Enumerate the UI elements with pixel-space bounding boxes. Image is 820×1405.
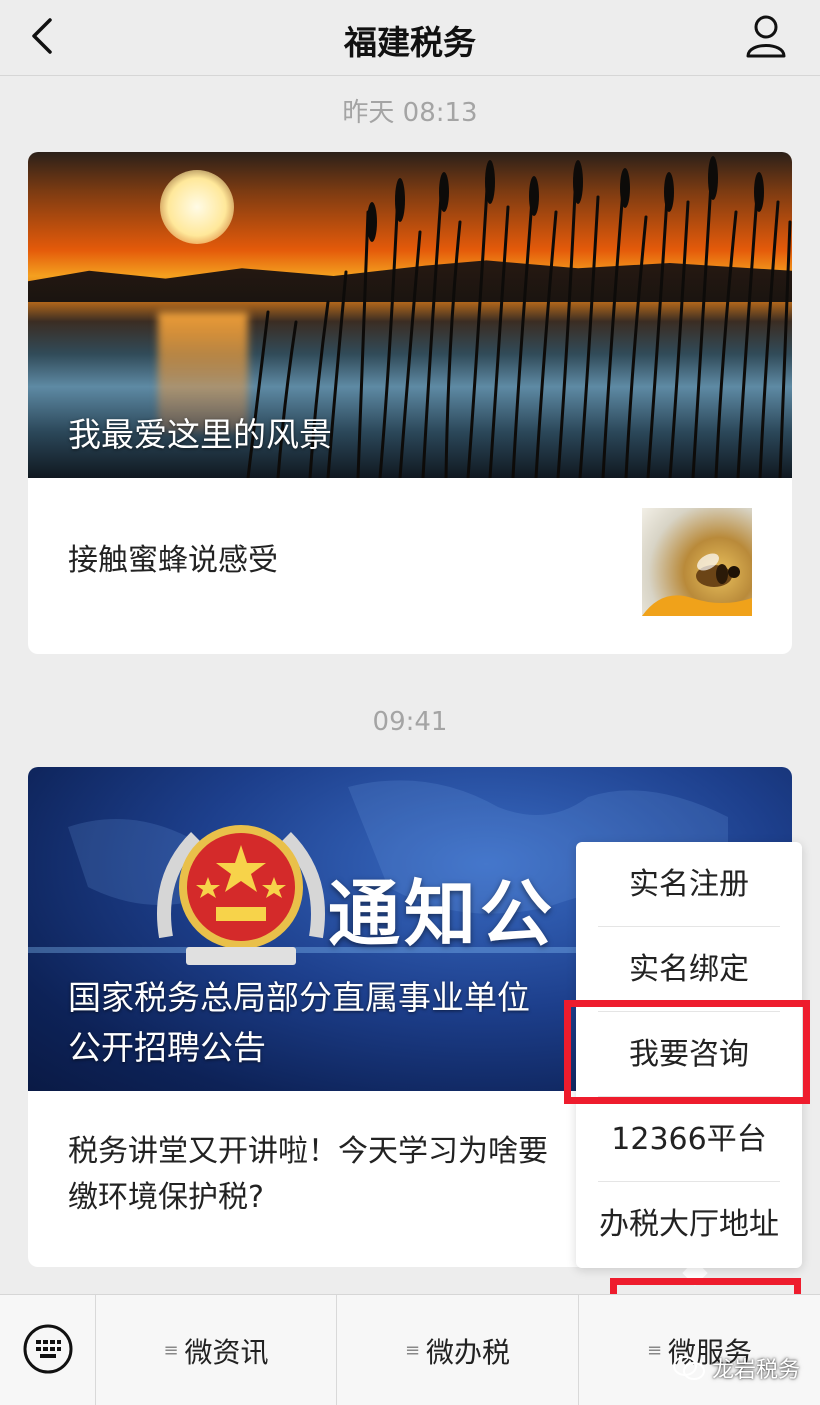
message-timestamp: 昨天 08:13 (342, 98, 478, 128)
menu-button-label: 微办税 (426, 1335, 511, 1369)
article-hero-title-line1: 国家税务总局部分直属事业单位 (68, 978, 530, 1017)
article-sub-title-line1: 税务讲堂又开讲啦！今天学习为啥要 (68, 1134, 548, 1169)
menu-button-label: 微资讯 (184, 1335, 269, 1369)
watermark: 龙岩税务 (672, 1352, 800, 1384)
menu-item-real-name-register[interactable]: 实名注册 (576, 842, 802, 927)
menu-item-hall-address[interactable]: 办税大厅地址 (576, 1182, 802, 1267)
bee-image (642, 553, 752, 616)
menu-lines-icon: ≡ (646, 1340, 663, 1361)
article-card: 我最爱这里的风景 接触蜜蜂说感受 (28, 152, 792, 654)
menu-lines-icon: ≡ (163, 1340, 179, 1361)
wechat-logo-icon (673, 1356, 705, 1380)
menu-lines-icon: ≡ (404, 1340, 421, 1361)
article-sub-title-line2: 缴环境保护税? (68, 1180, 264, 1215)
watermark-text: 龙岩税务 (712, 1358, 801, 1383)
page-title: 福建税务 (344, 23, 476, 62)
top-nav-bar: 福建税务 (0, 0, 820, 76)
profile-button[interactable] (744, 12, 788, 60)
keyboard-icon (23, 1324, 73, 1374)
article-sub-title: 接触蜜蜂说感受 (68, 543, 278, 578)
keyboard-toggle-button[interactable] (22, 1323, 74, 1375)
menu-button-service[interactable]: ≡ 微服务 (579, 1295, 820, 1405)
article-thumbnail (642, 508, 752, 616)
person-icon (746, 15, 786, 58)
menu-button-tax[interactable]: ≡ 微办税 (337, 1295, 578, 1405)
menu-item-12366-platform[interactable]: 12366平台 (576, 1097, 802, 1182)
article-hero-title-line2: 公开招聘公告 (68, 1028, 266, 1067)
highlight-box-consult (564, 1000, 810, 1104)
menu-button-news[interactable]: ≡ 微资讯 (96, 1295, 336, 1405)
article-hero[interactable]: 我最爱这里的风景 (28, 152, 792, 478)
national-emblem-icon (157, 825, 325, 965)
article-hero-title: 我最爱这里的风景 (68, 415, 332, 454)
article-sub-item[interactable]: 接触蜜蜂说感受 (28, 478, 792, 654)
notice-banner-text: 通知公 (328, 872, 557, 956)
message-timestamp: 09:41 (372, 707, 448, 737)
bottom-menu-bar: ≡ 微资讯 ≡ 微办税 ≡ 微服务 (0, 1294, 820, 1405)
